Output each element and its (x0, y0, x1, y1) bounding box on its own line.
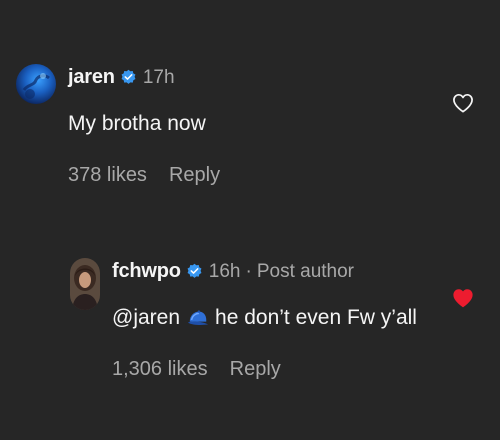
comments-screen: { "comments": [ { "username": "jaren", "… (0, 0, 500, 440)
avatar[interactable] (70, 258, 100, 310)
username[interactable]: fchwpo (112, 260, 181, 283)
comment-header: fchwpo 16h · Post author (112, 260, 354, 283)
mention-link[interactable]: @jaren (112, 306, 180, 330)
comment-body: My brotha now (68, 112, 206, 135)
blue-cap-emoji-icon (187, 308, 209, 328)
comment-text: My brotha now (68, 112, 206, 136)
likes-count[interactable]: 378 likes (68, 164, 147, 187)
comment-fchwpo: fchwpo 16h · Post author @jaren he don’t… (0, 210, 500, 440)
like-button[interactable] (452, 93, 474, 113)
verified-badge-icon (120, 69, 137, 86)
comment-text: @jaren he don’t even Fw y’all (112, 306, 417, 330)
comment-body: he don’t even Fw y’all (215, 306, 417, 329)
heart-outline-icon (453, 93, 473, 113)
post-author-label: Post author (256, 260, 354, 282)
separator: · (245, 260, 252, 282)
timestamp: 16h (208, 260, 241, 282)
comment-actions: 378 likes Reply (68, 164, 220, 187)
verified-badge-icon (186, 263, 203, 280)
like-button[interactable] (452, 288, 474, 308)
blue-globe-avatar-icon (16, 64, 56, 104)
comment-jaren: jaren 17h My brotha now 378 likes Reply (0, 0, 500, 210)
avatar[interactable] (16, 64, 56, 104)
comment-actions: 1,306 likes Reply (112, 358, 281, 381)
reply-button[interactable]: Reply (230, 358, 281, 381)
comment-header: jaren 17h (68, 66, 175, 89)
heart-filled-icon (453, 289, 473, 308)
reply-button[interactable]: Reply (169, 164, 220, 187)
likes-count[interactable]: 1,306 likes (112, 358, 208, 381)
username[interactable]: jaren (68, 66, 115, 89)
timestamp: 17h (142, 66, 175, 88)
person-photo-avatar-icon (70, 258, 100, 310)
